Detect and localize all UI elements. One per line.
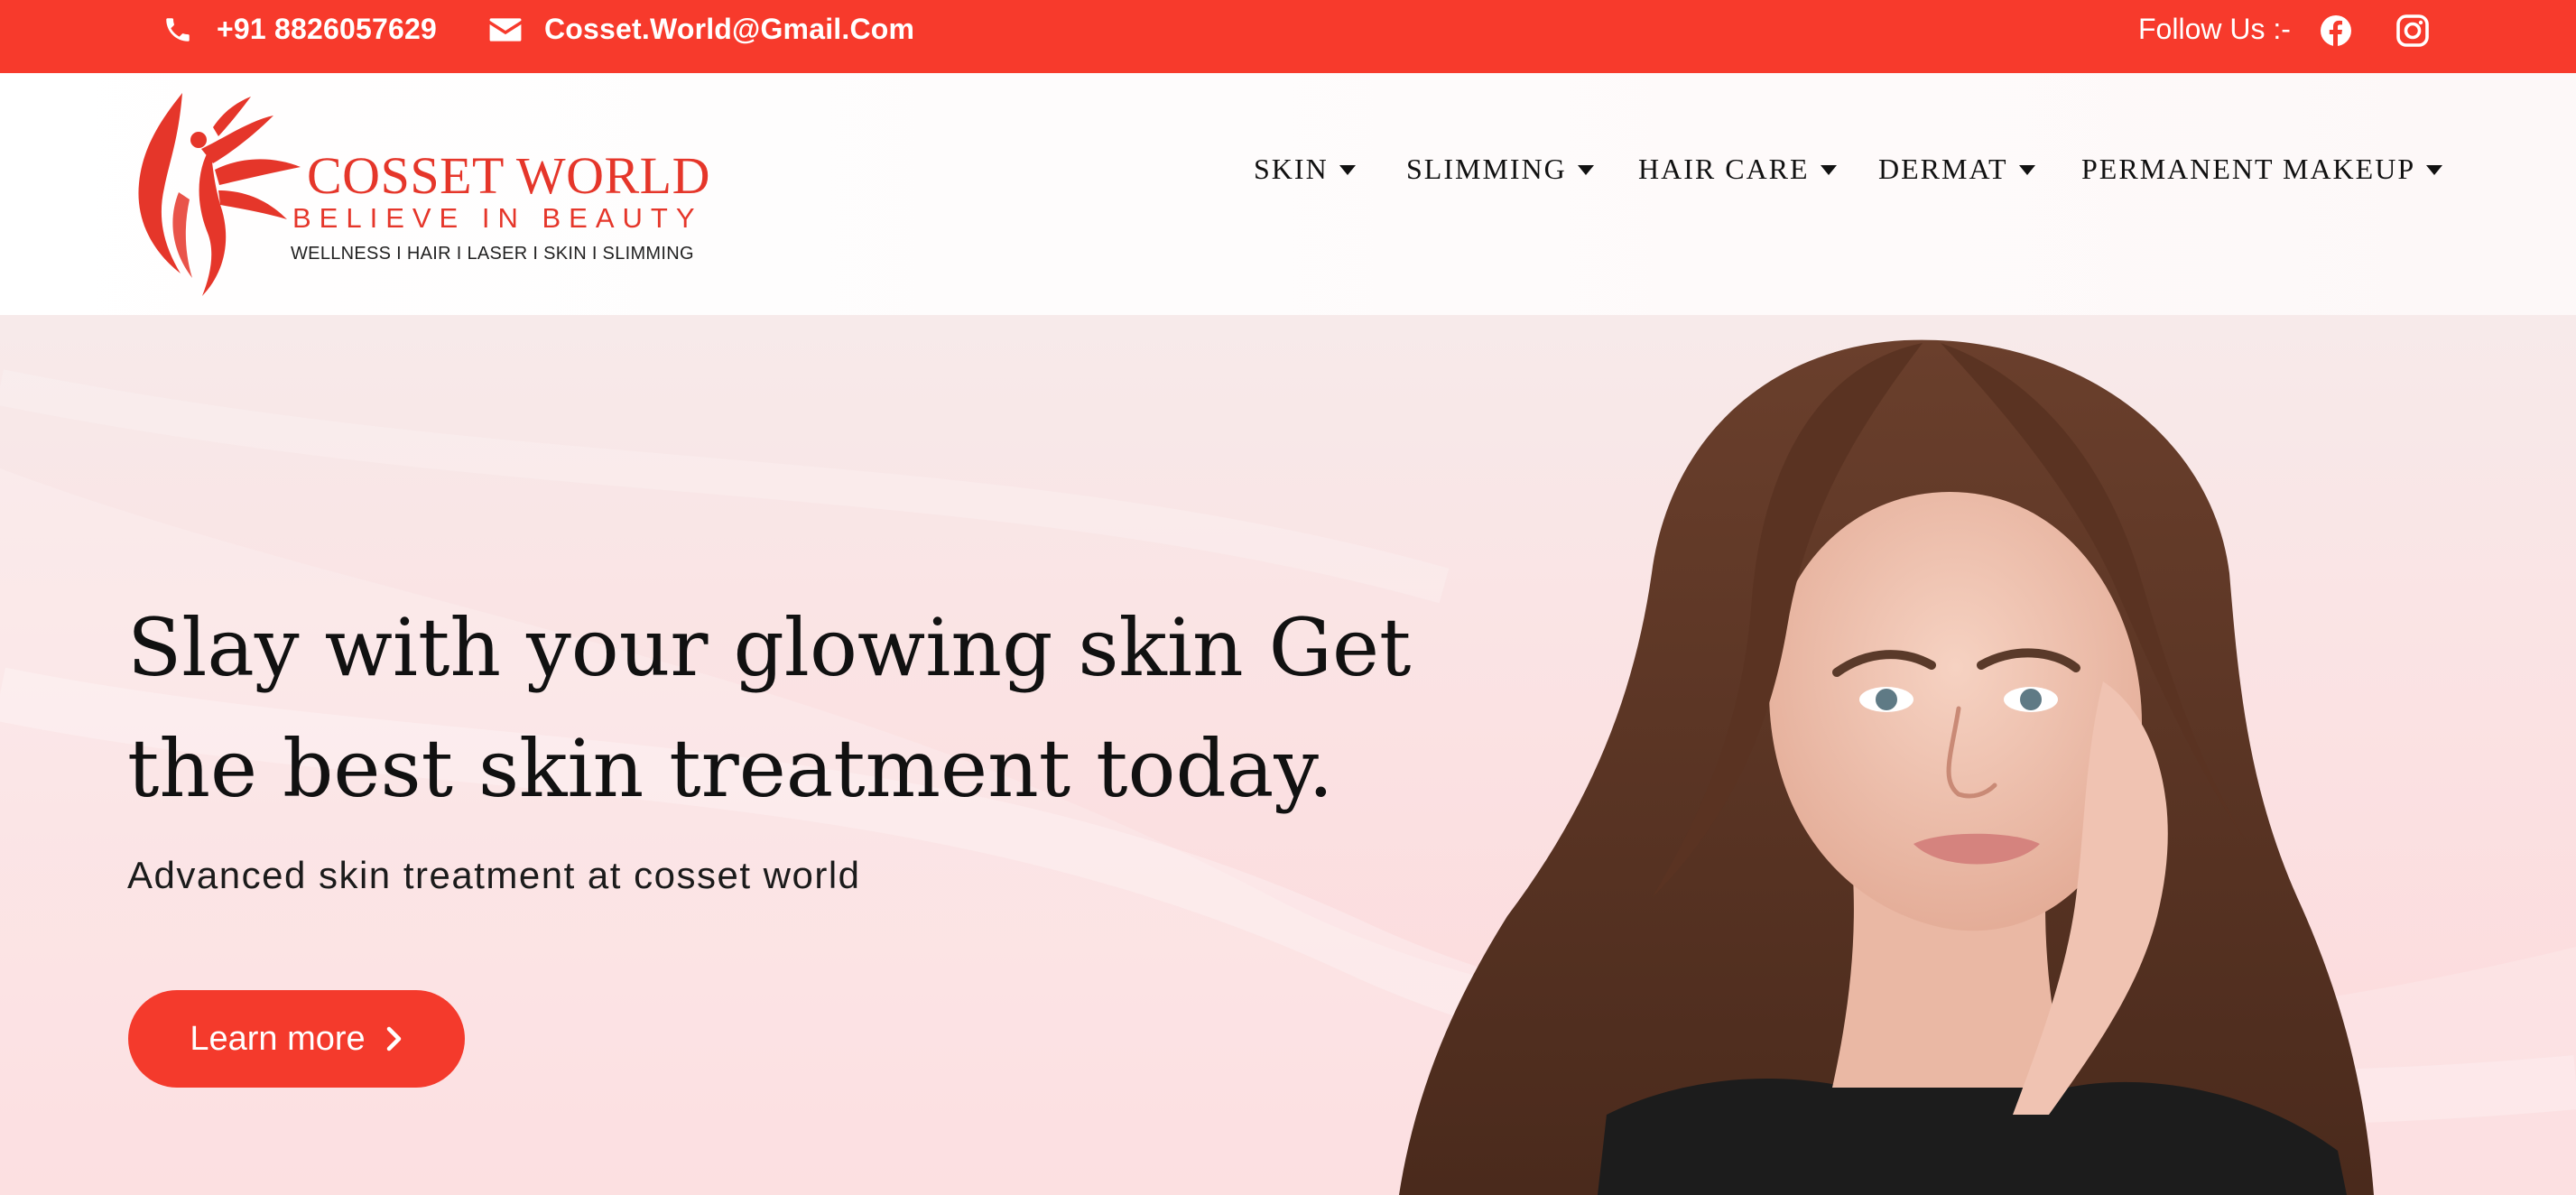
nav-skin-label: SKIN xyxy=(1254,152,1329,185)
flame-figure-icon xyxy=(138,93,301,296)
nav-permanent-makeup-label: PERMANENT MAKEUP xyxy=(2081,152,2416,185)
nav-skin[interactable]: SKIN xyxy=(1254,147,1356,190)
follow-label: Follow Us :- xyxy=(2138,13,2291,45)
logo-tagline: BELIEVE IN BEAUTY xyxy=(292,202,703,234)
caret-down-icon xyxy=(2426,164,2443,175)
caret-down-icon xyxy=(1820,164,1837,175)
email-address: Cosset.World@Gmail.Com xyxy=(544,13,915,45)
logo-brand-name: COSSET WORLD xyxy=(307,146,710,205)
envelope-icon xyxy=(489,17,522,42)
hero-subtitle: Advanced skin treatment at cosset world xyxy=(127,854,861,896)
nav-dermat-label: DERMAT xyxy=(1878,152,2008,185)
learn-more-label: Learn more xyxy=(190,1019,366,1058)
instagram-icon[interactable] xyxy=(2396,14,2429,47)
top-contact-bar: +91 8826057629 Cosset.World@Gmail.Com Fo… xyxy=(0,0,2576,73)
nav-hair-care[interactable]: HAIR CARE xyxy=(1638,147,1837,190)
site-header: COSSET WORLD BELIEVE IN BEAUTY WELLNESS … xyxy=(0,73,2576,315)
nav-hair-care-label: HAIR CARE xyxy=(1638,152,1810,185)
chevron-right-icon xyxy=(386,1026,401,1051)
phone-number: +91 8826057629 xyxy=(217,13,437,45)
nav-slimming-label: SLIMMING xyxy=(1406,152,1567,185)
hero-title: Slay with your glowing skin Get the best… xyxy=(127,588,1412,829)
nav-dermat[interactable]: DERMAT xyxy=(1878,147,2035,190)
caret-down-icon xyxy=(1339,164,1356,175)
caret-down-icon xyxy=(2018,164,2035,175)
caret-down-icon xyxy=(1577,164,1594,175)
hero-title-line-2: the best skin treatment today. xyxy=(127,722,1334,815)
phone-icon xyxy=(166,17,190,42)
follow-us: Follow Us :- xyxy=(2138,0,2291,59)
facebook-icon[interactable] xyxy=(2320,14,2352,47)
email-contact[interactable]: Cosset.World@Gmail.Com xyxy=(488,0,914,59)
woman-portrait-image xyxy=(1399,339,2374,1195)
learn-more-button[interactable]: Learn more xyxy=(128,990,465,1088)
nav-permanent-makeup[interactable]: PERMANENT MAKEUP xyxy=(2081,147,2443,190)
cosset-world-logo[interactable]: COSSET WORLD BELIEVE IN BEAUTY WELLNESS … xyxy=(125,84,711,308)
nav-slimming[interactable]: SLIMMING xyxy=(1406,147,1594,190)
hero-section: Slay with your glowing skin Get the best… xyxy=(0,315,2576,1195)
phone-contact[interactable]: +91 8826057629 xyxy=(161,0,437,59)
logo-services: WELLNESS I HAIR I LASER I SKIN I SLIMMIN… xyxy=(291,244,694,264)
hero-title-line-1: Slay with your glowing skin Get xyxy=(127,601,1412,694)
